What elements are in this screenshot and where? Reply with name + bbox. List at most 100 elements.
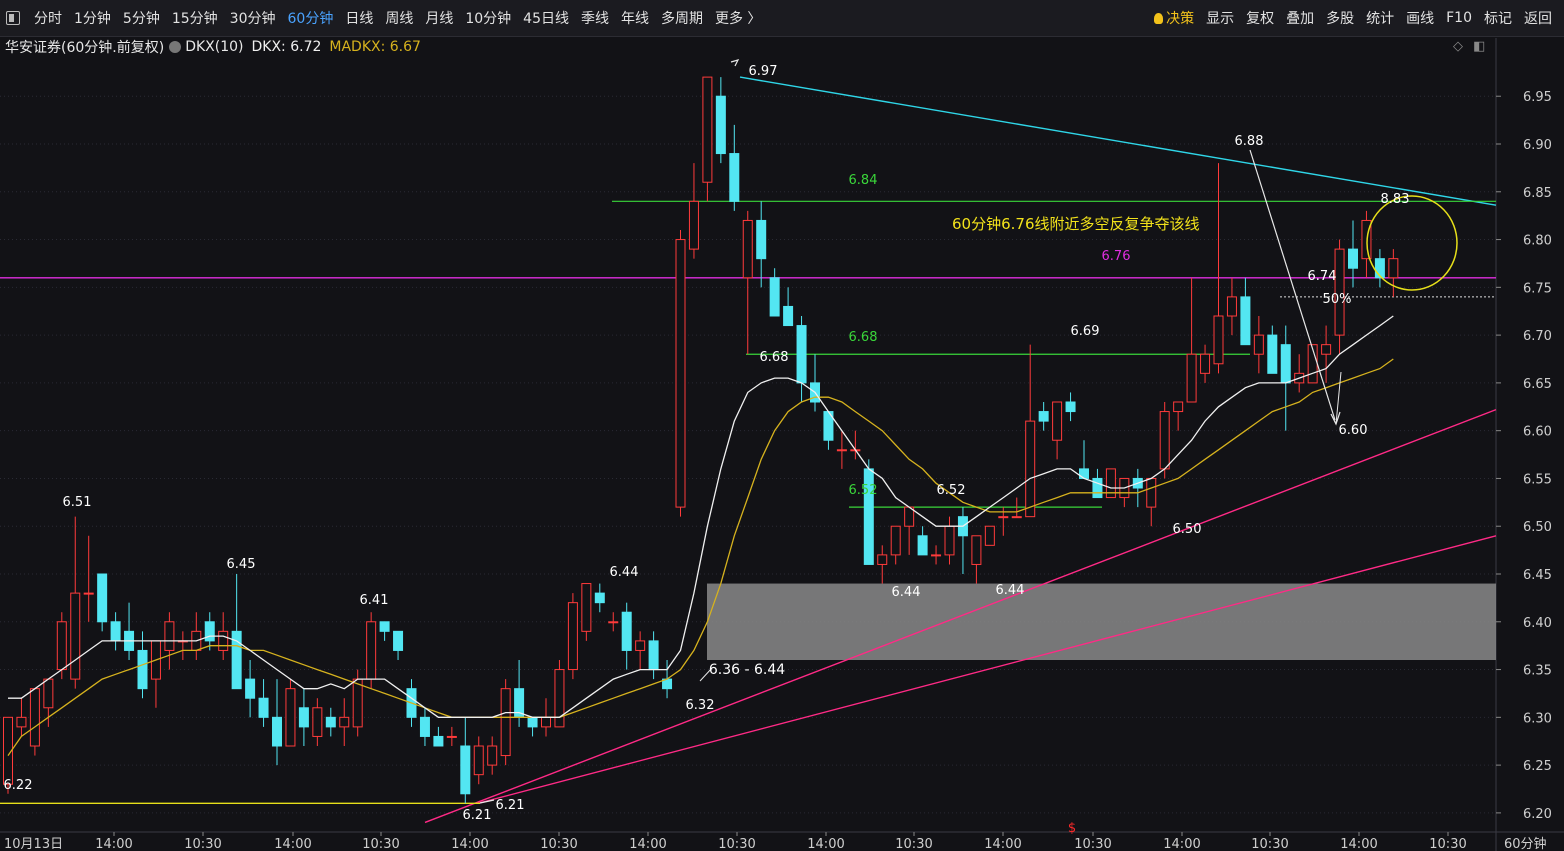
- candle-body: [729, 153, 740, 202]
- y-tick-label: 6.85: [1523, 186, 1552, 201]
- candle-body: [1348, 248, 1358, 269]
- candle-down: [1132, 468, 1143, 508]
- candle-body: [379, 621, 390, 632]
- candle-body: [1267, 334, 1278, 374]
- candle-body: [218, 630, 229, 651]
- candle-body: [352, 678, 363, 728]
- candle-up: [608, 612, 619, 632]
- candle-body: [1146, 477, 1157, 508]
- price-label: 6.44: [892, 585, 921, 600]
- candle-up: [1294, 354, 1305, 393]
- y-tick-label: 6.25: [1523, 759, 1552, 774]
- candle-body: [567, 602, 578, 671]
- candle-body: [998, 516, 1009, 519]
- candle-down: [1280, 325, 1291, 431]
- y-tick-label: 6.90: [1523, 138, 1552, 153]
- candle-up: [836, 430, 847, 469]
- fib-50pct-label: 50%: [1323, 292, 1352, 307]
- candle-body: [931, 554, 942, 557]
- price-label: 6.50: [1173, 522, 1202, 537]
- candle-body: [285, 688, 296, 747]
- candle-body: [1011, 516, 1022, 519]
- highlight-circle: [1366, 195, 1458, 291]
- candle-body: [1186, 353, 1197, 403]
- candle-body: [83, 592, 94, 595]
- candle-down: [110, 612, 121, 651]
- candle-body: [137, 649, 148, 690]
- candle-body: [110, 621, 121, 642]
- y-tick-label: 6.40: [1523, 616, 1552, 631]
- zone-label: 6.36 - 6.44: [709, 662, 785, 678]
- x-tick-label: 14:00: [984, 837, 1021, 851]
- candle-down: [272, 679, 282, 766]
- level-label: 6.52: [849, 483, 878, 498]
- candle-up: [500, 679, 511, 766]
- candle-body: [487, 745, 498, 766]
- candle-up: [339, 698, 350, 746]
- candle-up: [191, 612, 202, 660]
- candle-body: [97, 573, 108, 623]
- price-label: 6.97: [749, 64, 778, 79]
- candle-body: [29, 688, 40, 747]
- candle-body: [836, 449, 847, 452]
- y-tick-label: 6.35: [1523, 664, 1552, 679]
- candle-down: [97, 573, 108, 632]
- candle-body: [419, 716, 430, 737]
- x-tick-label: 14:00: [629, 837, 666, 851]
- x-tick-label: 10:30: [184, 837, 221, 851]
- candle-down: [810, 354, 820, 412]
- candle-body: [433, 735, 444, 747]
- x-tick-label: 14:00: [1340, 837, 1377, 851]
- candle-body: [1280, 344, 1291, 384]
- candlestick-chart[interactable]: 6.20 6.25 6.30 6.35 6.40 6.45 6.50 6.55 6.60 6.65…: [0, 0, 1564, 851]
- candle-body: [339, 716, 350, 728]
- candle-body: [769, 277, 780, 317]
- level-label: 6.84: [849, 173, 878, 188]
- candle-up: [581, 583, 592, 641]
- candle-down: [1065, 392, 1076, 422]
- candle-down: [756, 201, 767, 288]
- candle-up: [29, 688, 40, 756]
- candle-body: [272, 716, 282, 747]
- candle-up: [971, 535, 982, 584]
- candle-body: [473, 745, 484, 776]
- candle-body: [1253, 334, 1264, 355]
- candle-down: [419, 707, 430, 746]
- price-label: 6.60: [1339, 423, 1368, 438]
- candle-down: [863, 459, 874, 565]
- price-label: 6.32: [686, 698, 715, 713]
- candle-down: [527, 716, 538, 737]
- candle-up: [1025, 344, 1036, 518]
- candle-body: [258, 697, 269, 718]
- candle-down: [1374, 249, 1385, 288]
- candle-body: [1226, 296, 1237, 317]
- candle-body: [944, 525, 955, 556]
- x-tick-label: 14:00: [274, 837, 311, 851]
- candle-down: [258, 679, 269, 727]
- price-label: 6.44: [610, 565, 639, 580]
- candle-body: [621, 611, 632, 651]
- candle-body: [971, 535, 982, 565]
- candle-body: [984, 525, 995, 546]
- candle-down: [393, 630, 404, 660]
- level-label: 6.76: [1102, 249, 1131, 264]
- candle-body: [581, 583, 592, 632]
- candle-down: [1079, 440, 1089, 479]
- level-label: 6.68: [849, 330, 878, 345]
- candle-up: [487, 736, 498, 775]
- candle-body: [890, 525, 901, 556]
- x-tick-label: 14:00: [1163, 837, 1200, 851]
- y-tick-label: 6.45: [1523, 568, 1552, 583]
- candle-up: [150, 640, 161, 708]
- candle-body: [460, 745, 471, 795]
- candle-body: [16, 716, 27, 728]
- y-tick-label: 6.20: [1523, 807, 1552, 822]
- price-label: 6.74: [1308, 269, 1337, 284]
- candle-body: [1079, 468, 1089, 479]
- candle-body: [1388, 258, 1399, 279]
- x-tick-label: 10:30: [362, 837, 399, 851]
- candle-body: [796, 325, 807, 384]
- candle-body: [594, 592, 605, 604]
- candle-up: [312, 698, 323, 746]
- candle-up: [742, 210, 753, 355]
